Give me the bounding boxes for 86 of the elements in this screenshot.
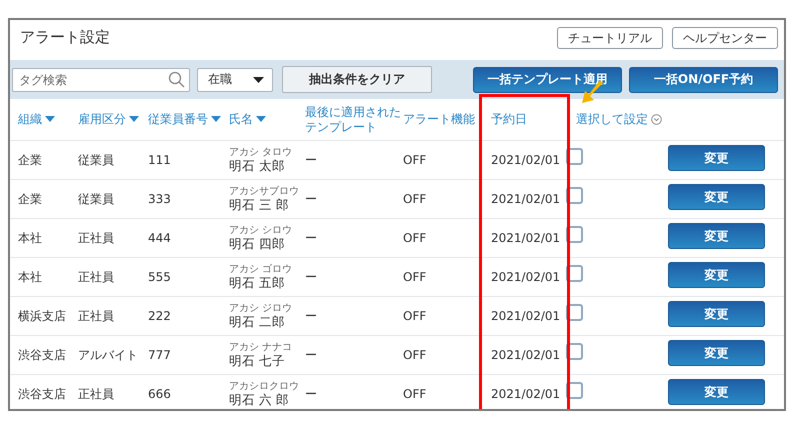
organization-cell-text: 本社 [18, 230, 43, 246]
scheduled-date-cell-text: 2021/02/01 [491, 231, 562, 245]
name-reading: アカシ ジロウ [229, 304, 294, 315]
name-reading: アカシ ゴロウ [229, 265, 294, 276]
template-cell-text: ー [305, 152, 318, 168]
column-header: 予約日 [491, 112, 527, 127]
alert-status-cell-text: OFF [403, 348, 428, 362]
name-reading: アカシサブロウ [229, 187, 300, 198]
employee-number-cell-text: 222 [148, 309, 172, 323]
bulk-schedule-button[interactable]: 一括ON/OFF予約 [629, 66, 778, 92]
employee-name: 明石 太郎 [229, 158, 286, 172]
template-cell-text: ー [305, 386, 318, 402]
column-header: 最後に適用されたテンプレート [305, 105, 401, 134]
employee-name: 明石 四郎 [229, 236, 286, 250]
column-header[interactable]: 組織 [18, 112, 42, 127]
organization-cell-text: 横浜支店 [18, 308, 67, 324]
bulk-template-button[interactable]: 一括テンプレート適用 [473, 66, 622, 92]
employment-type-cell-text: 従業員 [78, 190, 115, 208]
employee-number-cell-text: 777 [148, 348, 172, 362]
alert-status-cell-text: OFF [403, 231, 428, 245]
name-reading: アカシ ナナコ [229, 343, 294, 354]
help-center-button[interactable]: ヘルプセンター [672, 27, 778, 49]
edit-button[interactable]: 変更 [668, 379, 765, 405]
name-reading: アカシ タロウ [229, 148, 294, 159]
clear-filters-button[interactable]: 抽出条件をクリア [282, 66, 432, 93]
template-cell-text: ー [305, 190, 318, 208]
employee-name: 明石 三 郎 [229, 198, 290, 211]
tutorial-button[interactable]: チュートリアル [557, 27, 663, 49]
employee-name: 明石 二郎 [229, 314, 286, 328]
employee-name: 明石 七子 [229, 354, 286, 367]
scheduled-date-cell-text: 2021/02/01 [491, 270, 562, 284]
template-cell-text: ー [305, 346, 318, 364]
employee-name: 明石 六 郎 [229, 392, 290, 406]
column-header[interactable]: 従業員番号 [148, 112, 208, 127]
employee-number-cell-text: 444 [148, 231, 172, 245]
alert-status-cell-text: OFF [403, 387, 428, 401]
column-header[interactable]: 選択して設定 [576, 112, 648, 127]
template-cell-text: ー [305, 268, 318, 286]
scheduled-date-cell-text: 2021/02/01 [491, 192, 562, 206]
edit-button[interactable]: 変更 [668, 340, 765, 366]
name-reading: アカシ シロウ [229, 226, 294, 237]
organization-cell-text: 渋谷支店 [18, 346, 67, 364]
sort-caret-icon[interactable] [256, 116, 266, 122]
employment-type-cell-text: 正社員 [78, 268, 115, 286]
alert-status-cell-text: OFF [403, 309, 428, 323]
employment-type-cell-text: 従業員 [78, 152, 115, 168]
scheduled-date-cell-text: 2021/02/01 [491, 309, 562, 323]
organization-cell-text: 渋谷支店 [18, 386, 67, 402]
employee-number-cell-text: 333 [148, 192, 172, 206]
employee-number-cell-text: 555 [148, 270, 172, 284]
search-icon [168, 70, 185, 88]
alert-status-cell-text: OFF [403, 153, 428, 167]
edit-button[interactable]: 変更 [668, 184, 765, 210]
template-cell-text: ー [305, 308, 318, 324]
column-header[interactable]: 雇用区分 [78, 112, 126, 127]
edit-button[interactable]: 変更 [668, 262, 765, 288]
chevron-circle-icon[interactable] [651, 114, 662, 125]
employee-number-cell-text: 666 [148, 387, 172, 401]
employee-name: 明石 五郎 [229, 276, 286, 289]
organization-cell-text: 企業 [18, 152, 43, 168]
scheduled-date-cell-text: 2021/02/01 [491, 348, 562, 362]
employment-type-cell-text: アルバイト [78, 346, 139, 364]
template-cell-text: ー [305, 230, 318, 246]
employment-type-cell-text: 正社員 [78, 386, 115, 402]
employment-type-cell-text: 正社員 [78, 230, 115, 246]
employment-type-cell-text: 正社員 [78, 308, 115, 324]
scheduled-date-cell-text: 2021/02/01 [491, 387, 562, 401]
sort-caret-icon[interactable] [45, 116, 55, 122]
edit-button[interactable]: 変更 [668, 145, 765, 171]
page-title: アラート設定 [20, 28, 111, 46]
employee-number-cell-text: 111 [148, 153, 172, 167]
column-header[interactable]: 氏名 [229, 112, 253, 127]
edit-button[interactable]: 変更 [668, 223, 765, 249]
tag-search-field[interactable]: タグ検索 [12, 68, 190, 92]
alert-status-cell-text: OFF [403, 270, 428, 284]
status-dropdown[interactable]: 在職 [197, 68, 273, 92]
organization-cell-text: 企業 [18, 190, 43, 208]
edit-button[interactable]: 変更 [668, 301, 765, 327]
column-header: アラート機能 [403, 112, 475, 127]
alert-status-cell-text: OFF [403, 192, 428, 206]
organization-cell-text: 本社 [18, 268, 43, 286]
dropdown-caret-icon [253, 76, 264, 82]
sort-caret-icon[interactable] [129, 116, 139, 122]
sort-caret-icon[interactable] [211, 116, 221, 122]
name-reading: アカシロクロウ [229, 382, 300, 393]
scheduled-date-cell-text: 2021/02/01 [491, 153, 562, 167]
